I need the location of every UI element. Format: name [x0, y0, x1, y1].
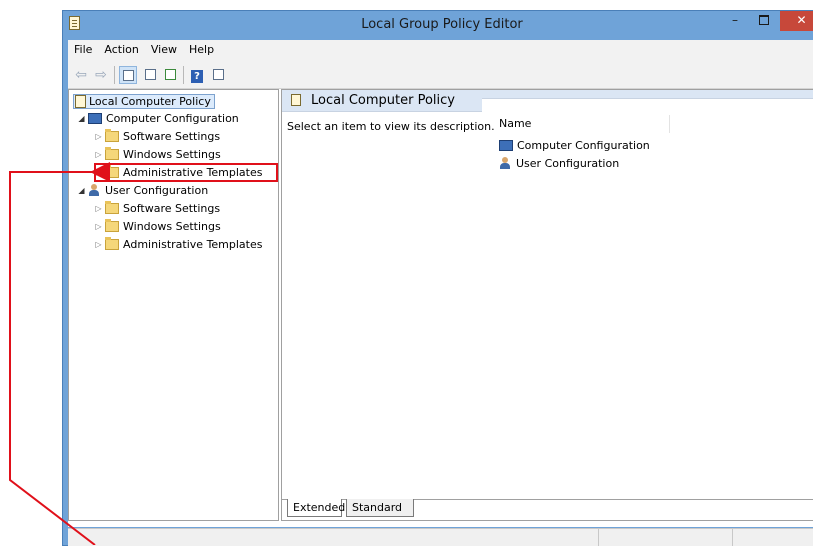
annotation-arrow: [9, 162, 110, 545]
